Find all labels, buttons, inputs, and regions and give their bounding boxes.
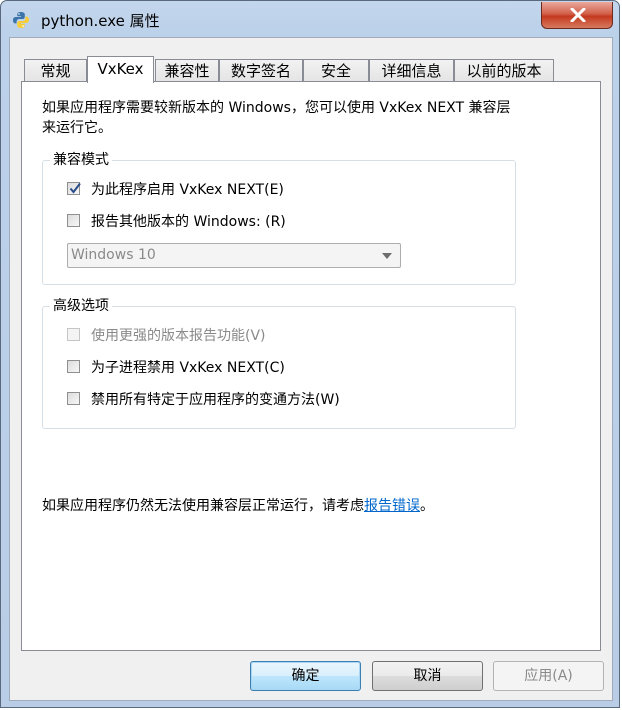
- ok-button[interactable]: 确定: [250, 661, 361, 691]
- close-button[interactable]: [541, 2, 613, 29]
- cancel-button[interactable]: 取消: [372, 661, 483, 691]
- enable-vxkex-checkbox[interactable]: [67, 182, 81, 195]
- description-text: 如果应用程序需要较新版本的 Windows，您可以使用 VxKex NEXT 兼…: [42, 100, 511, 136]
- tab-details[interactable]: 详细信息: [369, 59, 454, 82]
- compat-mode-group: 兼容模式 为此程序启用 VxKex NEXT(E) 报告其他版本的 Window…: [42, 150, 516, 285]
- report-bug-link[interactable]: 报告错误: [364, 498, 420, 514]
- apply-button[interactable]: 应用(A): [493, 661, 604, 691]
- windows-version-select[interactable]: Windows 10: [67, 243, 401, 268]
- title-bar[interactable]: python.exe 属性: [1, 1, 619, 37]
- properties-window: python.exe 属性 常规 VxKex 兼容性 数字签名 安全 详细信息 …: [0, 0, 620, 708]
- report-version-label: 报告其他版本的 Windows: (R): [91, 214, 286, 230]
- disable-child-processes-label: 为子进程禁用 VxKex NEXT(C): [91, 360, 285, 376]
- tab-security[interactable]: 安全: [303, 59, 369, 82]
- python-icon: [12, 11, 30, 29]
- tab-compatibility[interactable]: 兼容性: [155, 59, 219, 82]
- tab-general[interactable]: 常规: [24, 59, 87, 82]
- report-bug-note: 如果应用程序仍然无法使用兼容层正常运行，请考虑报告错误。: [42, 496, 522, 516]
- tab-digital-signatures[interactable]: 数字签名: [219, 59, 303, 82]
- checkmark-icon: [69, 182, 81, 194]
- tab-previous-versions[interactable]: 以前的版本: [454, 59, 554, 82]
- report-version-checkbox[interactable]: [67, 214, 80, 227]
- close-icon: [570, 8, 586, 22]
- enable-vxkex-label: 为此程序启用 VxKex NEXT(E): [91, 182, 284, 198]
- compat-mode-group-title: 兼容模式: [50, 150, 112, 170]
- window-title: python.exe 属性: [41, 12, 160, 30]
- advanced-options-group: 高级选项 使用更强的版本报告功能(V) 为子进程禁用 VxKex NEXT(C)…: [42, 296, 516, 429]
- chevron-down-icon: [382, 253, 392, 259]
- disable-child-processes-checkbox[interactable]: [67, 360, 80, 373]
- disable-app-shims-checkbox[interactable]: [67, 392, 80, 405]
- stronger-reporting-label: 使用更强的版本报告功能(V): [91, 328, 266, 344]
- advanced-options-group-title: 高级选项: [50, 296, 112, 316]
- stronger-reporting-checkbox[interactable]: [67, 328, 80, 341]
- vxkex-tab-panel: 如果应用程序需要较新版本的 Windows，您可以使用 VxKex NEXT 兼…: [21, 81, 601, 651]
- report-bug-text-end: 。: [420, 498, 434, 514]
- dialog-body: 常规 VxKex 兼容性 数字签名 安全 详细信息 以前的版本 如果应用程序需要…: [9, 37, 613, 701]
- disable-app-shims-label: 禁用所有特定于应用程序的变通方法(W): [91, 392, 340, 408]
- windows-version-value: Windows 10: [71, 247, 156, 263]
- tab-vxkex[interactable]: VxKex: [87, 56, 154, 83]
- report-bug-text: 如果应用程序仍然无法使用兼容层正常运行，请考虑: [42, 498, 364, 514]
